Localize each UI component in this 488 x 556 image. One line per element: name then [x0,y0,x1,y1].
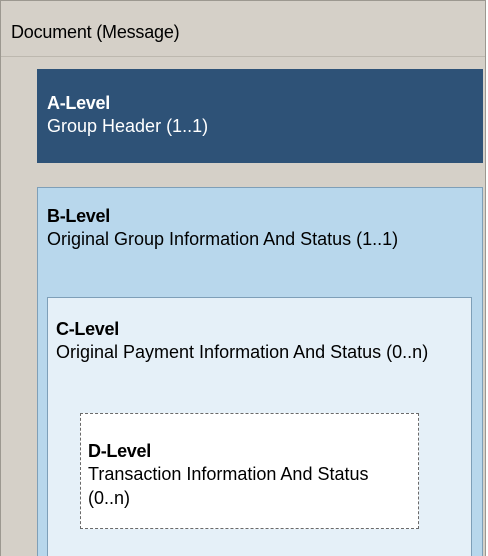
d-level-box: D-Level Transaction Information And Stat… [80,413,419,529]
c-level-title: C-Level [56,319,119,339]
a-level-box: A-Level Group Header (1..1) [37,69,483,163]
b-level-title: B-Level [47,206,110,226]
c-level-description: Original Payment Information And Status … [56,342,429,362]
a-level-title: A-Level [47,93,110,113]
d-level-description: Transaction Information And Status (0..n… [88,464,369,508]
document-header: Document (Message) [1,1,485,57]
d-level-title: D-Level [88,441,151,461]
document-title: Document (Message) [11,22,180,42]
b-level-description: Original Group Information And Status (1… [47,229,399,249]
a-level-description: Group Header (1..1) [47,116,209,136]
